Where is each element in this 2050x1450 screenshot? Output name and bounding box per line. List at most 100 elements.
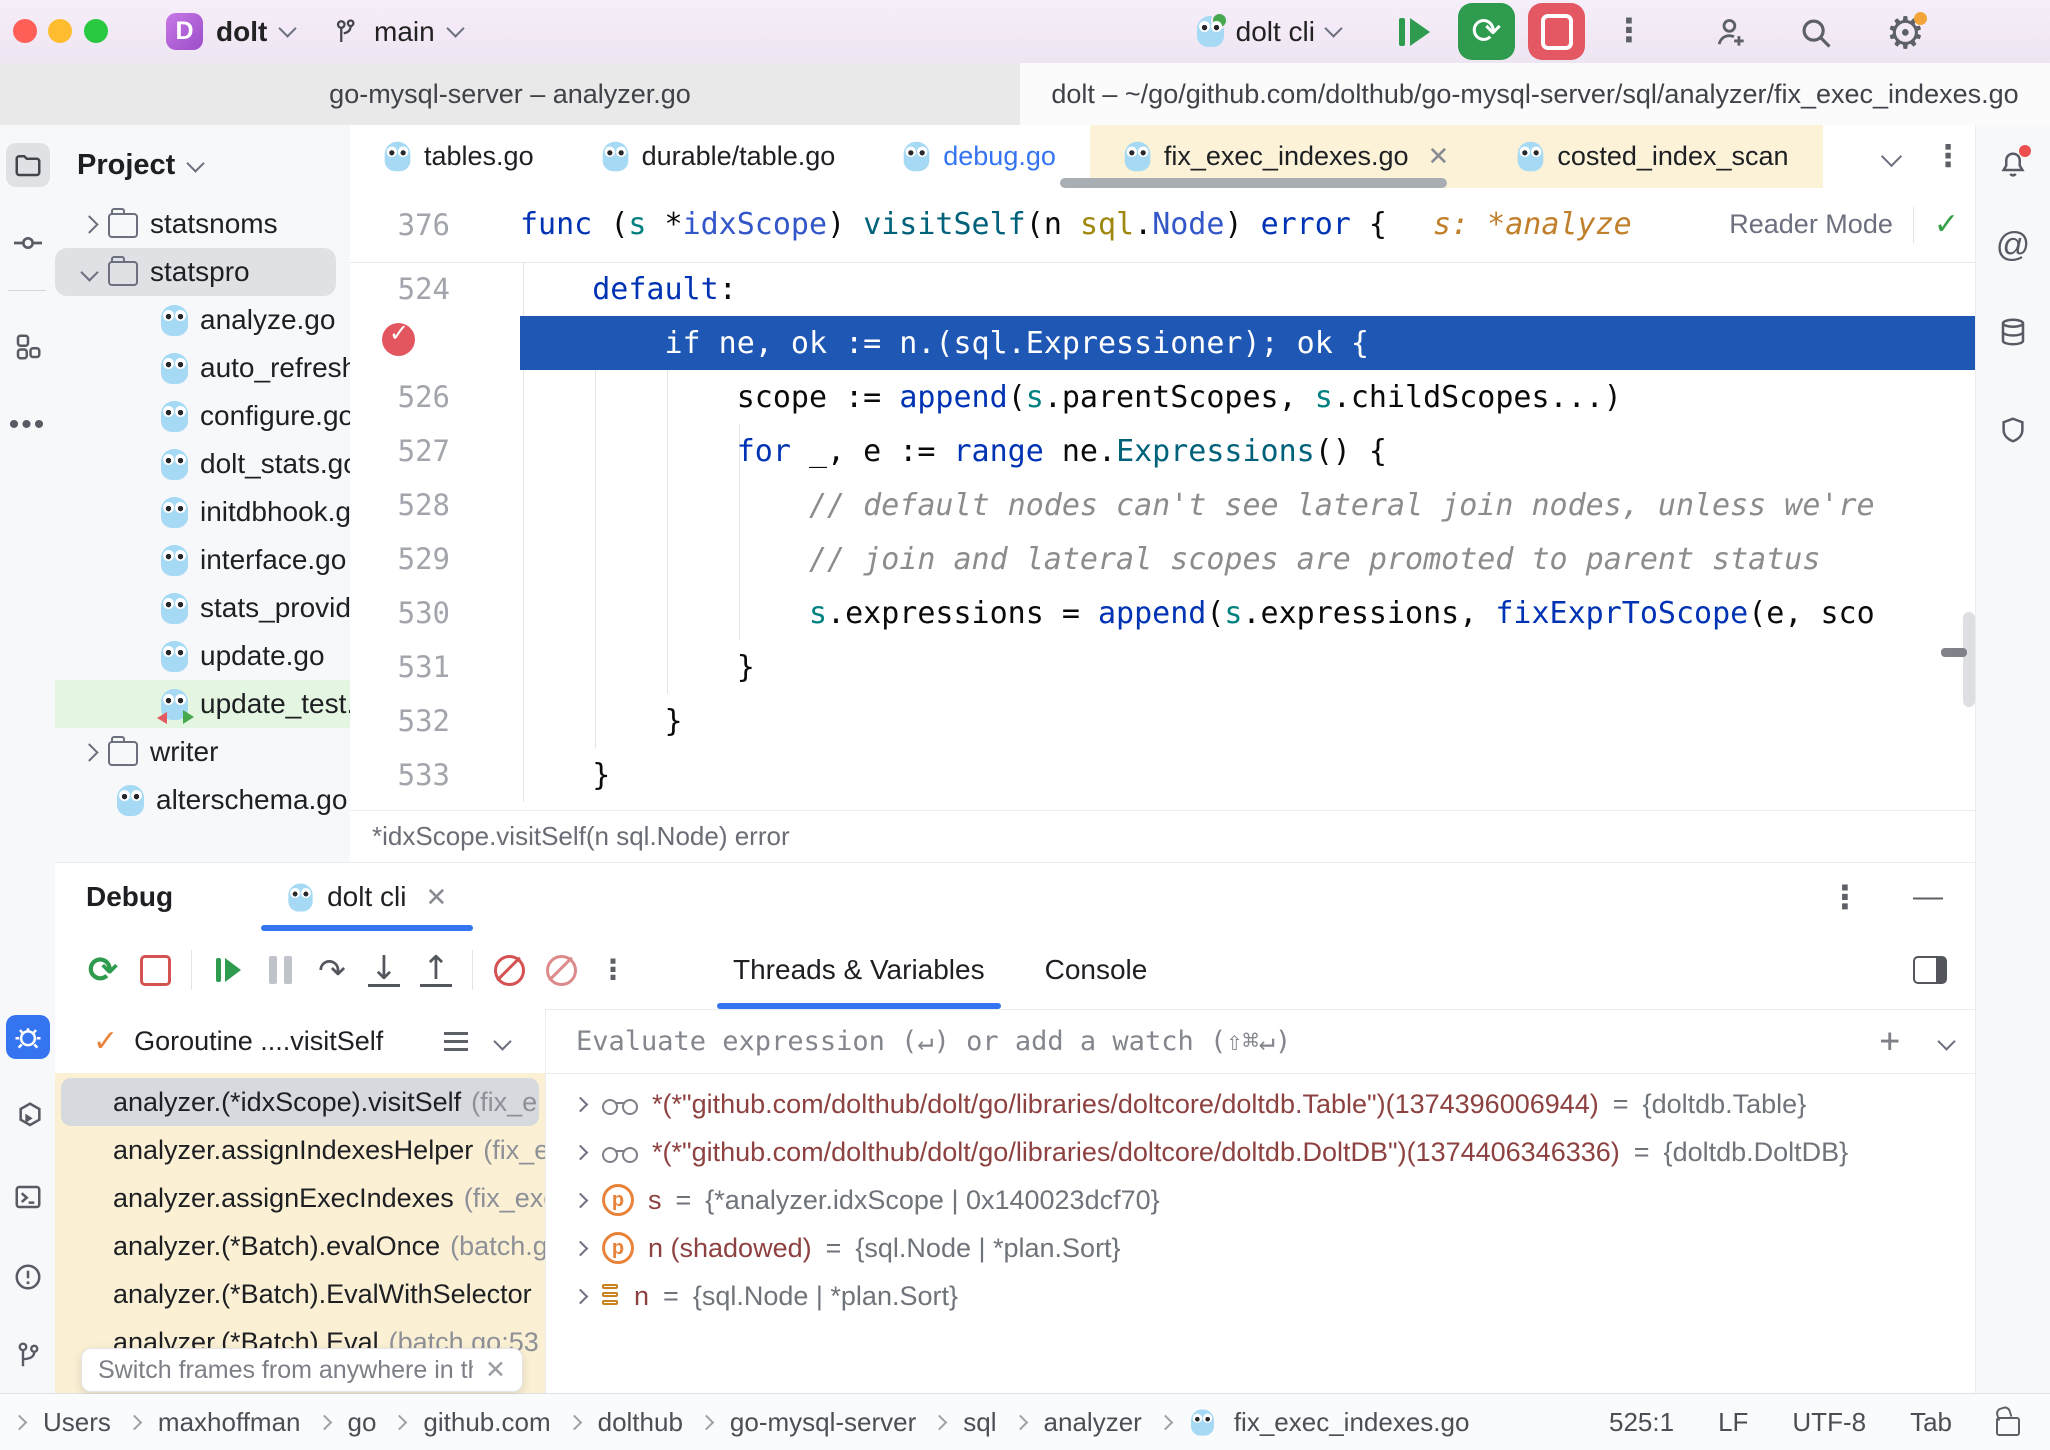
- code-line-527[interactable]: 527 for _, e := range ne.Expressions() {: [350, 424, 1975, 478]
- code-area[interactable]: 524 default: if ne, ok := n.(sql.Express…: [350, 262, 1975, 810]
- reader-mode-label[interactable]: Reader Mode: [1729, 209, 1893, 240]
- breadcrumb-file[interactable]: fix_exec_indexes.go: [1234, 1407, 1470, 1438]
- frames-header[interactable]: ✓ Goroutine ....visitSelf: [55, 1009, 545, 1073]
- run-tool-button[interactable]: [6, 1095, 50, 1139]
- tree-item-statsnoms[interactable]: statsnoms: [55, 200, 350, 248]
- run-configuration-selector[interactable]: dolt cli: [1197, 0, 1340, 63]
- code-line-530[interactable]: 530 s.expressions = append(s.expressions…: [350, 586, 1975, 640]
- editor-tab-costed-index-scan[interactable]: costed_index_scan: [1483, 125, 1822, 188]
- problems-tool-button[interactable]: [6, 1255, 50, 1299]
- tree-item-analyze-go[interactable]: analyze.go: [55, 296, 350, 344]
- view-breakpoints-button[interactable]: [483, 944, 535, 996]
- tab-scrollbar-thumb[interactable]: [1060, 178, 1447, 188]
- breadcrumb-item[interactable]: dolthub: [598, 1407, 683, 1438]
- tree-chevron-icon[interactable]: [80, 263, 98, 281]
- security-tool-button[interactable]: [1991, 408, 2035, 452]
- breadcrumb-item[interactable]: github.com: [423, 1407, 550, 1438]
- debug-tool-button[interactable]: [6, 1015, 50, 1059]
- breadcrumb-item[interactable]: go: [348, 1407, 377, 1438]
- close-window-button[interactable]: [13, 19, 37, 43]
- minimize-panel-button[interactable]: —: [1913, 880, 1943, 914]
- rerun-debug-button[interactable]: ⟳: [77, 944, 129, 996]
- expand-chevron-icon[interactable]: [573, 1144, 589, 1160]
- status-line-ending[interactable]: LF: [1718, 1407, 1748, 1438]
- project-selector[interactable]: dolt: [216, 0, 294, 63]
- code-line-531[interactable]: 531 }: [350, 640, 1975, 694]
- more-actions-menu[interactable]: ⋮: [1613, 14, 1645, 46]
- tree-item-update-go[interactable]: update.go: [55, 632, 350, 680]
- expand-chevron-icon[interactable]: [573, 1240, 589, 1256]
- inspections-ok-icon[interactable]: ✓: [1934, 207, 1959, 242]
- branch-selector[interactable]: main: [330, 0, 462, 63]
- code-line-526[interactable]: 526 scope := append(s.parentScopes, s.ch…: [350, 370, 1975, 424]
- variable-row[interactable]: pn (shadowed)={sql.Node | *plan.Sort}: [546, 1224, 1975, 1272]
- tree-item-statspro[interactable]: statspro: [55, 248, 336, 296]
- chevron-down-icon[interactable]: [493, 1032, 511, 1050]
- breadcrumb-item[interactable]: go-mysql-server: [730, 1407, 916, 1438]
- add-watch-icon[interactable]: +: [1880, 1021, 1900, 1061]
- status-indent-style[interactable]: Tab: [1910, 1407, 1952, 1438]
- resume-program-button[interactable]: [1399, 0, 1430, 63]
- code-line-532[interactable]: 532 }: [350, 694, 1975, 748]
- editor-scrollbar-thumb[interactable]: [1963, 612, 1975, 707]
- pause-button[interactable]: [254, 944, 306, 996]
- stack-frame[interactable]: analyzer.assignIndexesHelper(fix_e: [55, 1126, 545, 1174]
- variable-row[interactable]: *(*"github.com/dolthub/dolt/go/libraries…: [546, 1128, 1975, 1176]
- project-panel-header[interactable]: Project: [55, 125, 350, 200]
- breadcrumb-item[interactable]: sql: [963, 1407, 996, 1438]
- close-session-icon[interactable]: ✕: [425, 882, 447, 913]
- terminal-tool-button[interactable]: [6, 1175, 50, 1219]
- stack-frame[interactable]: analyzer.(*Batch).evalOnce(batch.g: [55, 1222, 545, 1270]
- database-tool-button[interactable]: [1991, 310, 2035, 354]
- frames-filter-icon[interactable]: [444, 1040, 468, 1043]
- tree-item-dolt-stats-go[interactable]: dolt_stats.go: [55, 440, 350, 488]
- tree-item-auto-refresh-[interactable]: auto_refresh.: [55, 344, 350, 392]
- tree-item-initdbhook-go[interactable]: initdbhook.go: [55, 488, 350, 536]
- method-breadcrumb[interactable]: *idxScope.visitSelf(n sql.Node) error: [372, 821, 790, 852]
- step-into-button[interactable]: ↓: [358, 944, 410, 996]
- resume-button[interactable]: [202, 944, 254, 996]
- add-user-icon[interactable]: [1712, 14, 1750, 52]
- commit-tool-button[interactable]: [6, 221, 50, 265]
- debug-options-menu[interactable]: ⋮: [1829, 881, 1861, 913]
- breadcrumb-item[interactable]: maxhoffman: [158, 1407, 301, 1438]
- tree-item-stats-provide[interactable]: stats_provide: [55, 584, 350, 632]
- structure-tool-button[interactable]: [6, 325, 50, 369]
- tab-threads-variables[interactable]: Threads & Variables: [703, 931, 1015, 1009]
- close-hint-icon[interactable]: ✕: [485, 1355, 506, 1385]
- breadcrumb-item[interactable]: analyzer: [1044, 1407, 1142, 1438]
- more-tools-button[interactable]: •••: [6, 403, 50, 447]
- tree-item-update-test-g[interactable]: update_test.g: [55, 680, 350, 728]
- stop-button[interactable]: [1528, 3, 1585, 60]
- code-line-533[interactable]: 533 }: [350, 748, 1975, 802]
- toolbar-more-menu[interactable]: ⋮: [587, 944, 639, 996]
- tab-console[interactable]: Console: [1015, 931, 1178, 1009]
- layout-settings-icon[interactable]: [1913, 956, 1947, 984]
- project-tool-button[interactable]: [6, 143, 50, 187]
- notifications-button[interactable]: [1991, 143, 2035, 187]
- mute-breakpoints-button[interactable]: [535, 944, 587, 996]
- search-icon[interactable]: [1797, 14, 1835, 52]
- code-line-524[interactable]: 524 default:: [350, 262, 1975, 316]
- tab-options-menu[interactable]: ⋮: [1933, 142, 1963, 172]
- maximize-window-button[interactable]: [84, 19, 108, 43]
- expand-chevron-icon[interactable]: [573, 1192, 589, 1208]
- chevron-down-icon[interactable]: [1937, 1032, 1955, 1050]
- editor-tab-durable-table-go[interactable]: durable/table.go: [568, 125, 870, 188]
- minimize-window-button[interactable]: [48, 19, 72, 43]
- settings-button[interactable]: ⚙: [1886, 8, 1925, 59]
- editor-breadcrumb-bar[interactable]: *idxScope.visitSelf(n sql.Node) error: [350, 810, 1975, 862]
- rerun-debug-button[interactable]: ⟳: [1458, 3, 1515, 60]
- status-caret-position[interactable]: 525:1: [1609, 1407, 1674, 1438]
- expand-chevron-icon[interactable]: [573, 1096, 589, 1112]
- variable-row[interactable]: n={sql.Node | *plan.Sort}: [546, 1272, 1975, 1320]
- breadcrumb-item[interactable]: Users: [43, 1407, 111, 1438]
- breakpoint-icon[interactable]: [382, 323, 415, 356]
- stop-process-button[interactable]: [129, 944, 181, 996]
- stack-frame[interactable]: analyzer.(*idxScope).visitSelf(fix_e: [61, 1078, 539, 1126]
- tree-chevron-icon[interactable]: [80, 215, 98, 233]
- stack-frame[interactable]: analyzer.assignExecIndexes(fix_exe: [55, 1174, 545, 1222]
- git-tool-button[interactable]: [6, 1333, 50, 1377]
- close-tab-icon[interactable]: ✕: [1428, 141, 1450, 172]
- code-line-528[interactable]: 528 // default nodes can't see lateral j…: [350, 478, 1975, 532]
